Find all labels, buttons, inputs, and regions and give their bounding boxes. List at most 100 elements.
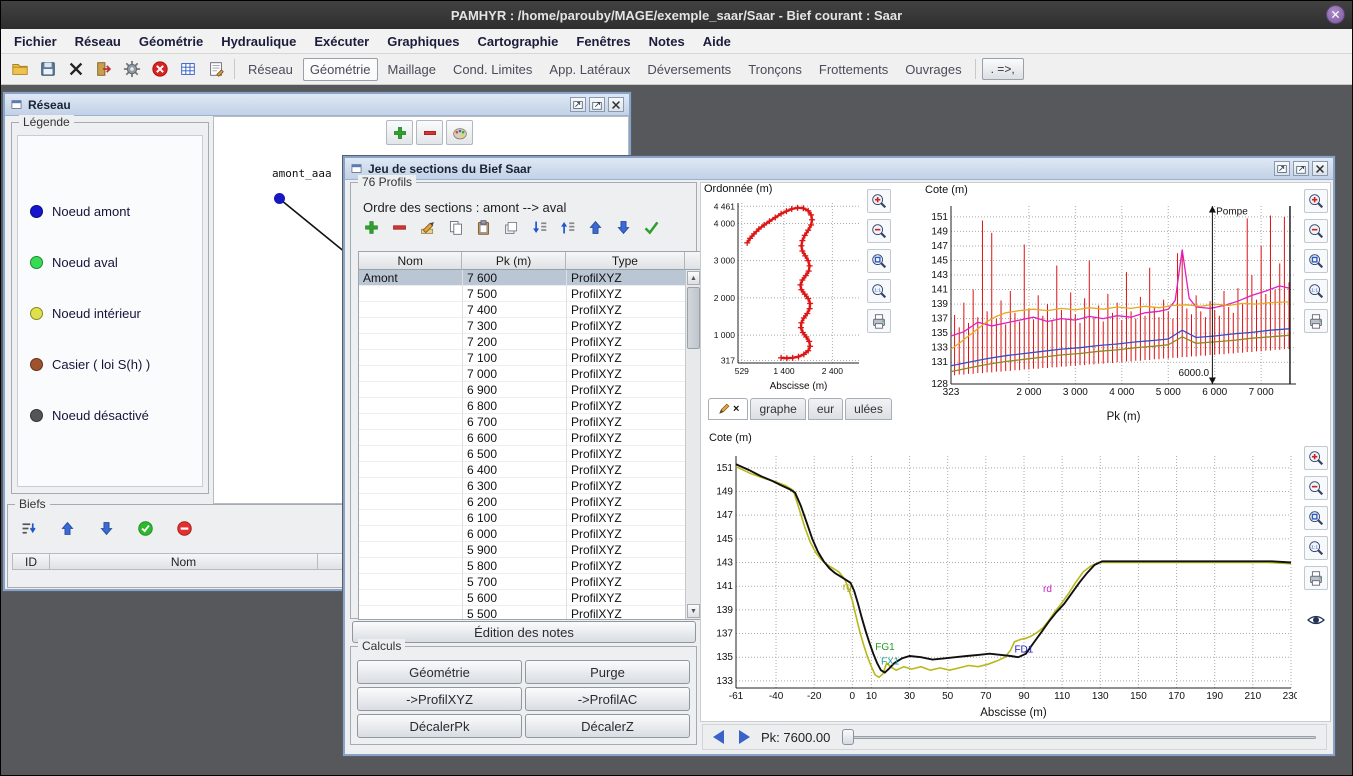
menu-executer[interactable]: Exécuter: [305, 31, 378, 52]
maximize-button[interactable]: [1293, 161, 1309, 176]
toolbar-tab-deversements[interactable]: Déversements: [640, 58, 738, 81]
upstream-node[interactable]: [274, 193, 285, 204]
menu-fenetres[interactable]: Fenêtres: [567, 31, 639, 52]
cell-type[interactable]: ProfilXYZ: [567, 414, 687, 430]
col-type[interactable]: Type: [566, 252, 685, 270]
notes-button[interactable]: [203, 57, 228, 81]
menu-notes[interactable]: Notes: [640, 31, 694, 52]
cell-pk[interactable]: 6 600: [463, 430, 567, 446]
cell-nom[interactable]: [359, 478, 463, 494]
edit-profile-button[interactable]: [415, 216, 439, 238]
cell-pk[interactable]: 7 500: [463, 286, 567, 302]
visibility-button[interactable]: [1304, 608, 1328, 632]
reseau-titlebar[interactable]: Réseau: [5, 94, 629, 116]
move-down-button[interactable]: [611, 216, 635, 238]
cell-type[interactable]: ProfilXYZ: [567, 590, 687, 606]
cell-type[interactable]: ProfilXYZ: [567, 350, 687, 366]
print-button[interactable]: [1304, 309, 1328, 333]
calc-profilxyz[interactable]: ->ProfilXYZ: [357, 687, 522, 711]
table-row[interactable]: Amont7 600ProfilXYZ: [359, 270, 687, 286]
cell-type[interactable]: ProfilXYZ: [567, 302, 687, 318]
cell-nom[interactable]: [359, 366, 463, 382]
move-up-button[interactable]: [583, 216, 607, 238]
cell-type[interactable]: ProfilXYZ: [567, 286, 687, 302]
close-window-button[interactable]: [1312, 161, 1328, 176]
cell-nom[interactable]: Amont: [359, 270, 463, 286]
table-row[interactable]: 6 500ProfilXYZ: [359, 446, 687, 462]
open-file-button[interactable]: [7, 57, 32, 81]
sections-titlebar[interactable]: Jeu de sections du Bief Saar: [345, 158, 1333, 180]
zoom-reset-button[interactable]: 1:1: [1304, 536, 1328, 560]
zoom-select-button[interactable]: [1304, 249, 1328, 273]
settings-button[interactable]: [119, 57, 144, 81]
cell-type[interactable]: ProfilXYZ: [567, 430, 687, 446]
table-row[interactable]: 6 100ProfilXYZ: [359, 510, 687, 526]
long-profile-chart[interactable]: 3232 0003 0004 0005 0006 0007 0001281311…: [923, 196, 1305, 428]
toolbar-tab-geometrie[interactable]: Géométrie: [303, 58, 378, 81]
cell-pk[interactable]: 7 000: [463, 366, 567, 382]
cell-pk[interactable]: 6 900: [463, 382, 567, 398]
zoom-reset-button[interactable]: 1:1: [867, 279, 891, 303]
extra-toolbar-button[interactable]: . =>,: [982, 58, 1024, 80]
cell-nom[interactable]: [359, 398, 463, 414]
menu-geometrie[interactable]: Géométrie: [130, 31, 212, 52]
cell-pk[interactable]: 5 600: [463, 590, 567, 606]
bief-up-button[interactable]: [55, 517, 79, 539]
cell-pk[interactable]: 5 800: [463, 558, 567, 574]
toolbar-tab-maillage[interactable]: Maillage: [381, 58, 443, 81]
cell-nom[interactable]: [359, 430, 463, 446]
maximize-button[interactable]: [589, 97, 605, 112]
table-row[interactable]: 6 600ProfilXYZ: [359, 430, 687, 446]
plan-view-chart[interactable]: 5291 4002 4003171 0002 0003 0004 0004 46…: [704, 195, 864, 395]
cell-nom[interactable]: [359, 542, 463, 558]
duplicate-button[interactable]: [499, 216, 523, 238]
cell-nom[interactable]: [359, 606, 463, 619]
table-row[interactable]: 5 700ProfilXYZ: [359, 574, 687, 590]
cell-type[interactable]: ProfilXYZ: [567, 382, 687, 398]
scrollbar-thumb[interactable]: [687, 287, 700, 349]
biefs-col-nom[interactable]: Nom: [50, 553, 318, 570]
sort-asc-button[interactable]: [555, 216, 579, 238]
cell-nom[interactable]: [359, 286, 463, 302]
close-file-button[interactable]: [63, 57, 88, 81]
cell-pk[interactable]: 5 500: [463, 606, 567, 619]
calc-decalerz[interactable]: DécalerZ: [525, 714, 690, 738]
cell-nom[interactable]: [359, 526, 463, 542]
cell-nom[interactable]: [359, 414, 463, 430]
cell-type[interactable]: ProfilXYZ: [567, 318, 687, 334]
cell-pk[interactable]: 5 700: [463, 574, 567, 590]
slider-track[interactable]: [842, 736, 1316, 739]
cell-nom[interactable]: [359, 334, 463, 350]
table-row[interactable]: 5 800ProfilXYZ: [359, 558, 687, 574]
sort-biefs-button[interactable]: [16, 517, 40, 539]
cell-pk[interactable]: 7 600: [463, 270, 567, 286]
cell-type[interactable]: ProfilXYZ: [567, 366, 687, 382]
cell-type[interactable]: ProfilXYZ: [567, 606, 687, 619]
table-row[interactable]: 5 900ProfilXYZ: [359, 542, 687, 558]
cell-pk[interactable]: 6 200: [463, 494, 567, 510]
apply-button[interactable]: [639, 216, 663, 238]
cell-nom[interactable]: [359, 590, 463, 606]
cell-type[interactable]: ProfilXYZ: [567, 334, 687, 350]
table-row[interactable]: 6 200ProfilXYZ: [359, 494, 687, 510]
cell-pk[interactable]: 6 500: [463, 446, 567, 462]
cell-type[interactable]: ProfilXYZ: [567, 446, 687, 462]
cell-pk[interactable]: 6 800: [463, 398, 567, 414]
cell-pk[interactable]: 6 300: [463, 478, 567, 494]
cell-nom[interactable]: [359, 494, 463, 510]
toolbar-tab-troncons[interactable]: Tronçons: [741, 58, 809, 81]
toolbar-tab-frottements[interactable]: Frottements: [812, 58, 895, 81]
table-button[interactable]: [175, 57, 200, 81]
col-pk[interactable]: Pk (m): [462, 252, 565, 270]
table-row[interactable]: 5 500ProfilXYZ: [359, 606, 687, 619]
close-window-button[interactable]: [608, 97, 624, 112]
table-row[interactable]: 6 300ProfilXYZ: [359, 478, 687, 494]
biefs-col-id[interactable]: ID: [12, 553, 50, 570]
edit-mode-tab[interactable]: ×: [708, 398, 748, 420]
cell-nom[interactable]: [359, 350, 463, 366]
cell-pk[interactable]: 7 100: [463, 350, 567, 366]
menu-aide[interactable]: Aide: [694, 31, 740, 52]
cell-type[interactable]: ProfilXYZ: [567, 542, 687, 558]
zoom-out-button[interactable]: [867, 219, 891, 243]
menu-graphiques[interactable]: Graphiques: [378, 31, 468, 52]
